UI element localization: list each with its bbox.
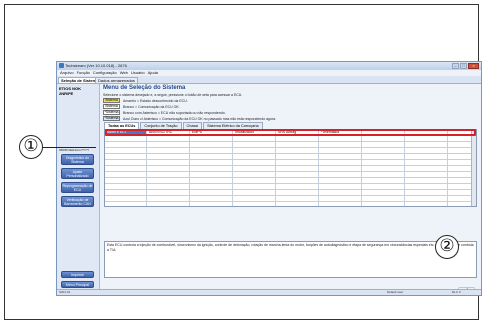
tab-chassis[interactable]: Chassi	[182, 122, 203, 129]
column-divider	[404, 130, 405, 206]
callout-one: ①	[19, 135, 43, 159]
column-divider	[447, 130, 448, 206]
table-row[interactable]	[105, 196, 476, 202]
status-bar: S301-01 Default user DLC 3	[57, 289, 481, 295]
maximize-button[interactable]: □	[460, 63, 467, 69]
figure-frame: Techstream (Ver 10.10.018) - 2676 – □ × …	[4, 4, 482, 320]
main-menu-button[interactable]: Menu Principal	[61, 281, 94, 288]
can-check-button[interactable]: Verificação de Barramento CAN	[61, 196, 94, 207]
close-button[interactable]: ×	[468, 63, 479, 69]
legend-swatch: Sistema	[103, 98, 120, 103]
column-divider	[361, 130, 362, 206]
highlight-box	[105, 129, 476, 136]
legend-yellow: Sistema Amarelo = Estado desconhecido da…	[103, 98, 188, 103]
window-title: Techstream (Ver 10.10.018) - 2676	[65, 63, 127, 68]
legend-swatch: *Sistema	[103, 110, 120, 115]
title-bar: Techstream (Ver 10.10.018) - 2676 – □ ×	[57, 62, 481, 70]
tab-all-ecus[interactable]: Todas as ECUs	[104, 122, 140, 129]
vin-label: 9BRBV3EE3GG?????	[59, 148, 90, 152]
tab-body-electrical[interactable]: Sistema Elétrico da Carroçaria	[203, 122, 263, 129]
legend-white: Sistema Branco = Comunicação da ECU OK.	[103, 104, 180, 109]
system-tabs: Todas as ECUs Conjunto de Tração Chassi …	[104, 122, 264, 129]
system-grid: Motor e ECT ABS/VSC/TRC EMPS Imobilizado…	[104, 129, 477, 207]
sidebar: ETIOS NGK 2NR/FE 9BRBV3EE3GG????? Diagnó…	[57, 84, 100, 290]
grid-scrollbar[interactable]	[471, 130, 476, 206]
legend-text: Branco = Comunicação da ECU OK.	[123, 104, 180, 109]
app-icon	[59, 63, 64, 68]
column-divider	[232, 130, 233, 206]
status-code: S301-01	[59, 290, 71, 294]
custom-adjust-button[interactable]: Ajuste Personalizado	[61, 168, 94, 179]
page-title: Menu de Seleção do Sistema	[103, 85, 186, 91]
legend-text: Azul Claro c/ Asterisco = Comunicação da…	[123, 116, 277, 121]
legend-swatch: *Sistema	[103, 116, 120, 121]
column-divider	[146, 130, 147, 206]
window-controls: – □ ×	[452, 63, 479, 69]
column-divider	[275, 130, 276, 206]
main-tabs: Seleção de Sistema Dados armazenados	[57, 76, 481, 84]
column-divider	[189, 130, 190, 206]
minimize-button[interactable]: –	[452, 63, 459, 69]
ecu-reprogram-button[interactable]: Reprogramação de ECU	[61, 182, 94, 193]
tab-powertrain[interactable]: Conjunto de Tração	[140, 122, 182, 129]
callout-two: ②	[435, 235, 459, 259]
print-button[interactable]: Imprimir	[61, 271, 94, 278]
legend-text: Branco com Asterisco = ECU não suportada…	[123, 110, 226, 115]
app-window: Techstream (Ver 10.10.018) - 2676 – □ × …	[56, 61, 482, 296]
instruction-text: Selecione o sistema desejado e, a seguir…	[103, 93, 243, 97]
vehicle-engine: 2NR/FE	[59, 91, 74, 96]
legend-lightblue-asterisk: *Sistema Azul Claro c/ Asterisco = Comun…	[103, 116, 276, 121]
legend-text: Amarelo = Estado desconhecido da ECU.	[123, 98, 188, 103]
status-user: Default user	[387, 290, 404, 294]
ecu-description: Esta ECU controla a injeção de combustív…	[104, 241, 477, 278]
legend-white-asterisk: *Sistema Branco com Asterisco = ECU não …	[103, 110, 226, 115]
callout-one-leader	[42, 147, 96, 148]
legend-swatch: Sistema	[103, 104, 120, 109]
system-diagnosis-button[interactable]: Diagnóstico do Sistema	[61, 154, 94, 165]
tab-stored-data[interactable]: Dados armazenados	[95, 77, 138, 83]
main-panel: Menu de Seleção do Sistema Selecione o s…	[100, 84, 481, 295]
vehicle-info: ETIOS NGK 2NR/FE	[59, 86, 81, 96]
column-divider	[318, 130, 319, 206]
status-dlc: DLC 3	[452, 290, 461, 294]
